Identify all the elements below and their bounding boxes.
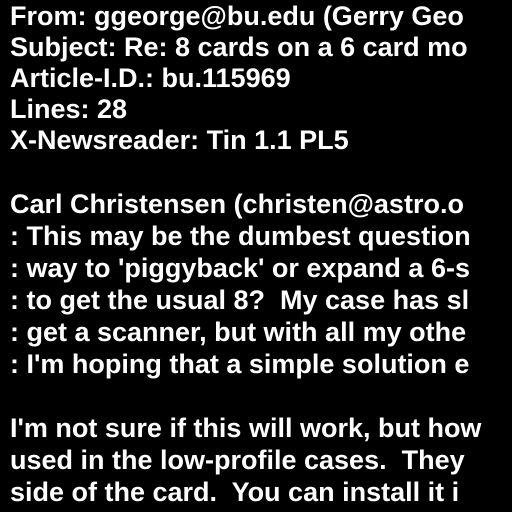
- header-lines: Lines: 28: [10, 94, 128, 124]
- quoted-line: : get a scanner, but with all my othe: [10, 317, 467, 347]
- quoted-line: : to get the usual 8? My case has sl: [10, 285, 470, 315]
- newsgroup-article-view: From: ggeorge@bu.edu (Gerry Geo Subject:…: [0, 0, 512, 512]
- header-article-id: Article-I.D.: bu.115969: [10, 63, 291, 93]
- header-subject: Subject: Re: 8 cards on a 6 card mo: [10, 32, 468, 62]
- quoted-line: : I'm hoping that a simple solution e: [10, 349, 470, 379]
- reply-line: I'm not sure if this will work, but how: [10, 413, 482, 443]
- header-from: From: ggeorge@bu.edu (Gerry Geo: [10, 1, 464, 31]
- header-newsreader: X-Newsreader: Tin 1.1 PL5: [10, 125, 349, 155]
- reply-line: side of the card. You can install it i: [10, 477, 460, 507]
- quote-attribution: Carl Christensen (christen@astro.o: [10, 189, 464, 219]
- quoted-line: : way to 'piggyback' or expand a 6-s: [10, 253, 470, 283]
- quoted-line: : This may be the dumbest question: [10, 221, 471, 251]
- reply-line: used in the low-profile cases. They: [10, 445, 465, 475]
